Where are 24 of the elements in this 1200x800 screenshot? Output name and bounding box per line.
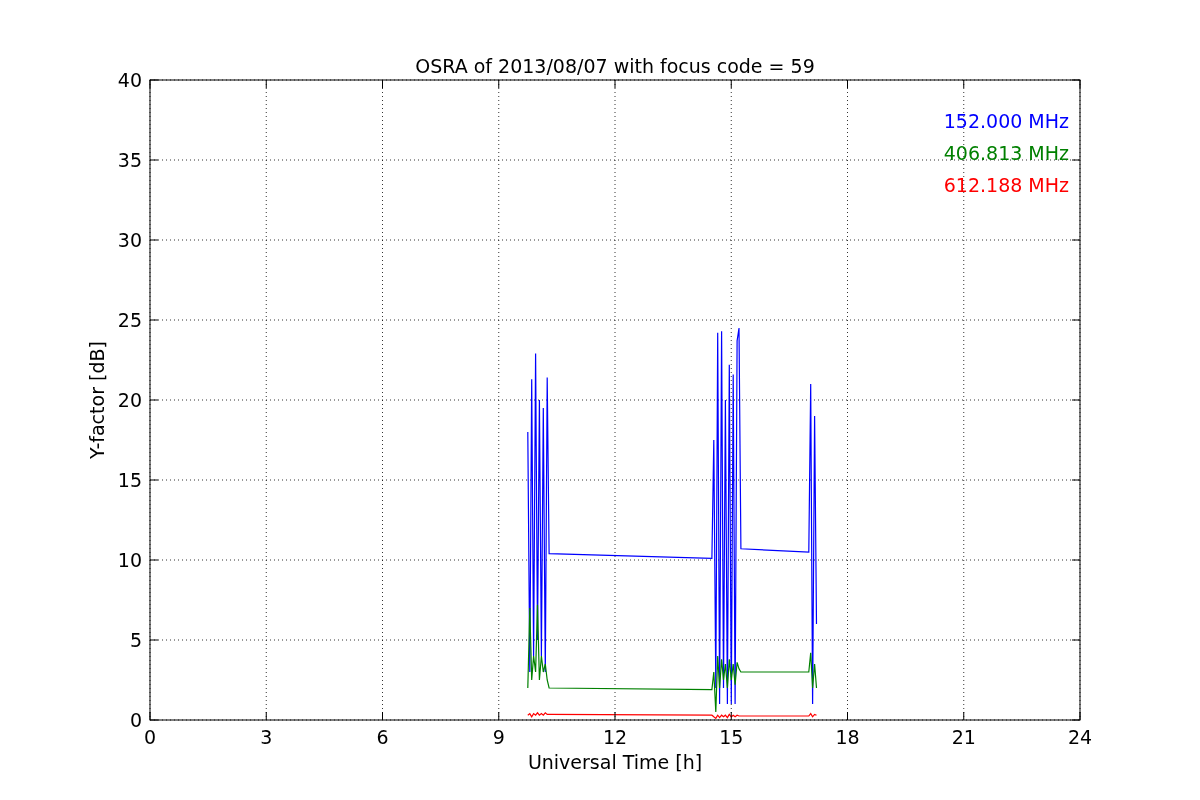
- y-tick-label: 10: [117, 549, 142, 571]
- x-tick-label: 0: [143, 726, 157, 748]
- x-tick-label: 15: [719, 726, 744, 748]
- y-tick-label: 15: [117, 469, 142, 491]
- x-tick-label: 24: [1067, 726, 1093, 748]
- y-tick-label: 35: [117, 149, 142, 171]
- y-tick-label: 0: [129, 709, 142, 731]
- x-tick-label: 18: [835, 726, 860, 748]
- y-tick-label: 5: [129, 629, 142, 651]
- legend-label: 612.188 MHz: [943, 174, 1069, 196]
- legend-label: 152.000 MHz: [943, 110, 1069, 132]
- x-tick-label: 6: [376, 726, 389, 748]
- x-tick-label: 21: [951, 726, 976, 748]
- x-axis-label: Universal Time [h]: [527, 751, 703, 773]
- y-tick-label: 30: [117, 229, 142, 251]
- x-tick-label: 3: [260, 726, 273, 748]
- y-axis-label: Y-factor [dB]: [86, 341, 108, 459]
- x-tick-label: 9: [492, 726, 505, 748]
- legend-label: 406.813 MHz: [943, 142, 1069, 164]
- y-tick-label: 20: [117, 389, 142, 411]
- x-tick-label: 12: [602, 726, 628, 748]
- y-tick-label: 25: [117, 309, 142, 331]
- chart-title: OSRA of 2013/08/07 with focus code = 59: [415, 55, 815, 77]
- y-tick-label: 40: [117, 69, 142, 91]
